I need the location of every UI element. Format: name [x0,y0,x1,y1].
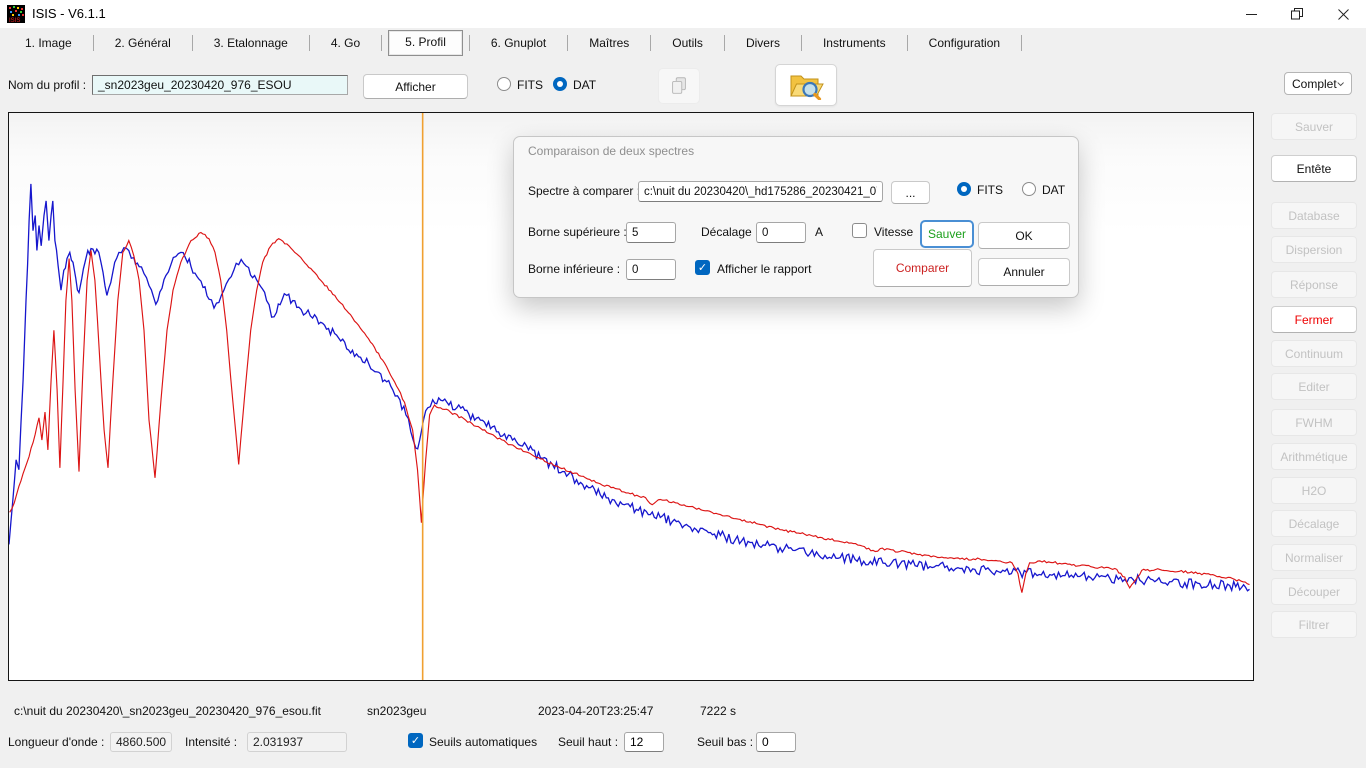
comparer-button[interactable]: Comparer [873,249,972,287]
sidebar-button-editer: Editer [1271,373,1357,400]
sidebar-button-d-calage: Décalage [1271,510,1357,537]
sidebar-button-r-ponse: Réponse [1271,271,1357,298]
tab-3-etalonnage[interactable]: 3. Etalonnage [193,29,309,57]
restore-button[interactable] [1274,0,1320,28]
minimize-icon [1246,9,1257,20]
offset-unit-label: A [815,225,823,239]
restore-icon [1291,8,1303,20]
folder-search-icon [787,70,825,100]
intensity-value: 2.031937 [247,732,347,752]
compare-spectrum-input[interactable] [638,181,883,202]
offset-label: Décalage : [701,225,758,239]
tab-outils[interactable]: Outils [651,29,724,57]
fits-radio[interactable] [497,77,511,91]
offset-input[interactable] [756,222,806,243]
rapport-checkbox[interactable]: ✓ [695,260,710,275]
observation-datetime: 2023-04-20T23:25:47 [538,704,653,718]
ok-button[interactable]: OK [978,222,1070,249]
sidebar-button-fwhm: FWHM [1271,409,1357,436]
sidebar-button-arithm-tique: Arithmétique [1271,443,1357,470]
tab-instruments[interactable]: Instruments [802,29,907,57]
toolbar: Nom du profil : _sn2023geu_20230420_976_… [0,58,1366,110]
threshold-high-label: Seuil haut : [558,735,618,749]
upper-bound-label: Borne supérieure : [528,225,627,239]
wavelength-label: Longueur d'onde : [8,735,104,749]
sidebar-button-normaliser: Normaliser [1271,544,1357,571]
tab-5-profil[interactable]: 5. Profil [388,30,463,56]
close-icon [1338,9,1349,20]
dat-radio[interactable] [553,77,567,91]
sidebar-button-dispersion: Dispersion [1271,236,1357,263]
compare-spectrum-label: Spectre à comparer : [528,184,640,198]
close-button[interactable] [1320,0,1366,28]
dialog-sauver-button[interactable]: Sauver [921,221,973,247]
tab-1-image[interactable]: 1. Image [4,29,93,57]
tab-separator [1021,35,1022,51]
mode-dropdown-value: Complet [1292,77,1337,91]
lower-bound-label: Borne inférieure : [528,262,620,276]
tab-4-go[interactable]: 4. Go [310,29,381,57]
tab-2-g-n-ral[interactable]: 2. Général [94,29,192,57]
profile-name-label: Nom du profil : [8,78,86,92]
status-row-2: Longueur d'onde : 4860.500 Intensité : 2… [0,728,1366,756]
tab-configuration[interactable]: Configuration [908,29,1021,57]
sidebar-button-h2o: H2O [1271,477,1357,504]
tab-separator [381,35,382,51]
browse-profile-button[interactable] [775,64,837,106]
lower-bound-input[interactable] [626,259,676,280]
exposure-time: 7222 s [700,704,736,718]
fits-radio-label: FITS [517,78,543,92]
sidebar-button-filtrer: Filtrer [1271,611,1357,638]
title-bar: ISIS ISIS - V6.1.1 [0,0,1366,28]
auto-thresholds-checkbox[interactable]: ✓ [408,733,423,748]
sidebar-button-database: Database [1271,202,1357,229]
svg-text:ISIS: ISIS [9,18,20,23]
dialog-fits-label: FITS [977,183,1003,197]
tab-6-gnuplot[interactable]: 6. Gnuplot [470,29,567,57]
window-title: ISIS - V6.1.1 [32,0,106,28]
dat-radio-label: DAT [573,78,596,92]
annuler-button[interactable]: Annuler [978,258,1070,286]
sidebar-button-fermer[interactable]: Fermer [1271,306,1357,333]
vitesse-checkbox[interactable] [852,223,867,238]
upper-bound-input[interactable] [626,222,676,243]
wavelength-value: 4860.500 [110,732,172,752]
afficher-button[interactable]: Afficher [363,74,468,99]
sidebar-button-continuum: Continuum [1271,340,1357,367]
vitesse-label: Vitesse [874,225,913,239]
copy-pages-icon [668,75,690,97]
sidebar: Sauver Entête Database Dispersion Réponse Fer… [1262,112,1366,638]
dialog-dat-label: DAT [1042,183,1065,197]
minimize-button[interactable] [1228,0,1274,28]
threshold-low-input[interactable] [756,732,796,752]
threshold-low-label: Seuil bas : [697,735,753,749]
dialog-dat-radio[interactable] [1022,182,1036,196]
tab-divers[interactable]: Divers [725,29,801,57]
browse-compare-button[interactable]: ... [891,181,930,204]
sidebar-button-d-couper: Découper [1271,578,1357,605]
auto-thresholds-label: Seuils automatiques [429,735,537,749]
comparison-dialog: Comparaison de deux spectres Spectre à c… [513,136,1079,298]
profile-name-input[interactable]: _sn2023geu_20230420_976_ESOU [92,75,348,95]
tab-ma-tres[interactable]: Maîtres [568,29,650,57]
chevron-down-icon [1337,81,1344,87]
mode-dropdown[interactable]: Complet [1284,72,1352,95]
threshold-high-input[interactable] [624,732,664,752]
file-path: c:\nuit du 20230420\_sn2023geu_20230420_… [14,704,321,718]
tab-strip: 1. Image2. Général3. Etalonnage4. Go 5. P… [0,28,1366,58]
sidebar-button-sauver: Sauver [1271,113,1357,140]
object-name: sn2023geu [367,704,426,718]
copy-profile-button[interactable] [658,68,700,104]
dialog-fits-radio[interactable] [957,182,971,196]
intensity-label: Intensité : [185,735,237,749]
dialog-title: Comparaison de deux spectres [528,144,694,158]
app-icon: ISIS [7,5,25,23]
sidebar-button-ent-te[interactable]: Entête [1271,155,1357,182]
status-row-1: c:\nuit du 20230420\_sn2023geu_20230420_… [0,704,1366,720]
rapport-label: Afficher le rapport [717,262,812,276]
